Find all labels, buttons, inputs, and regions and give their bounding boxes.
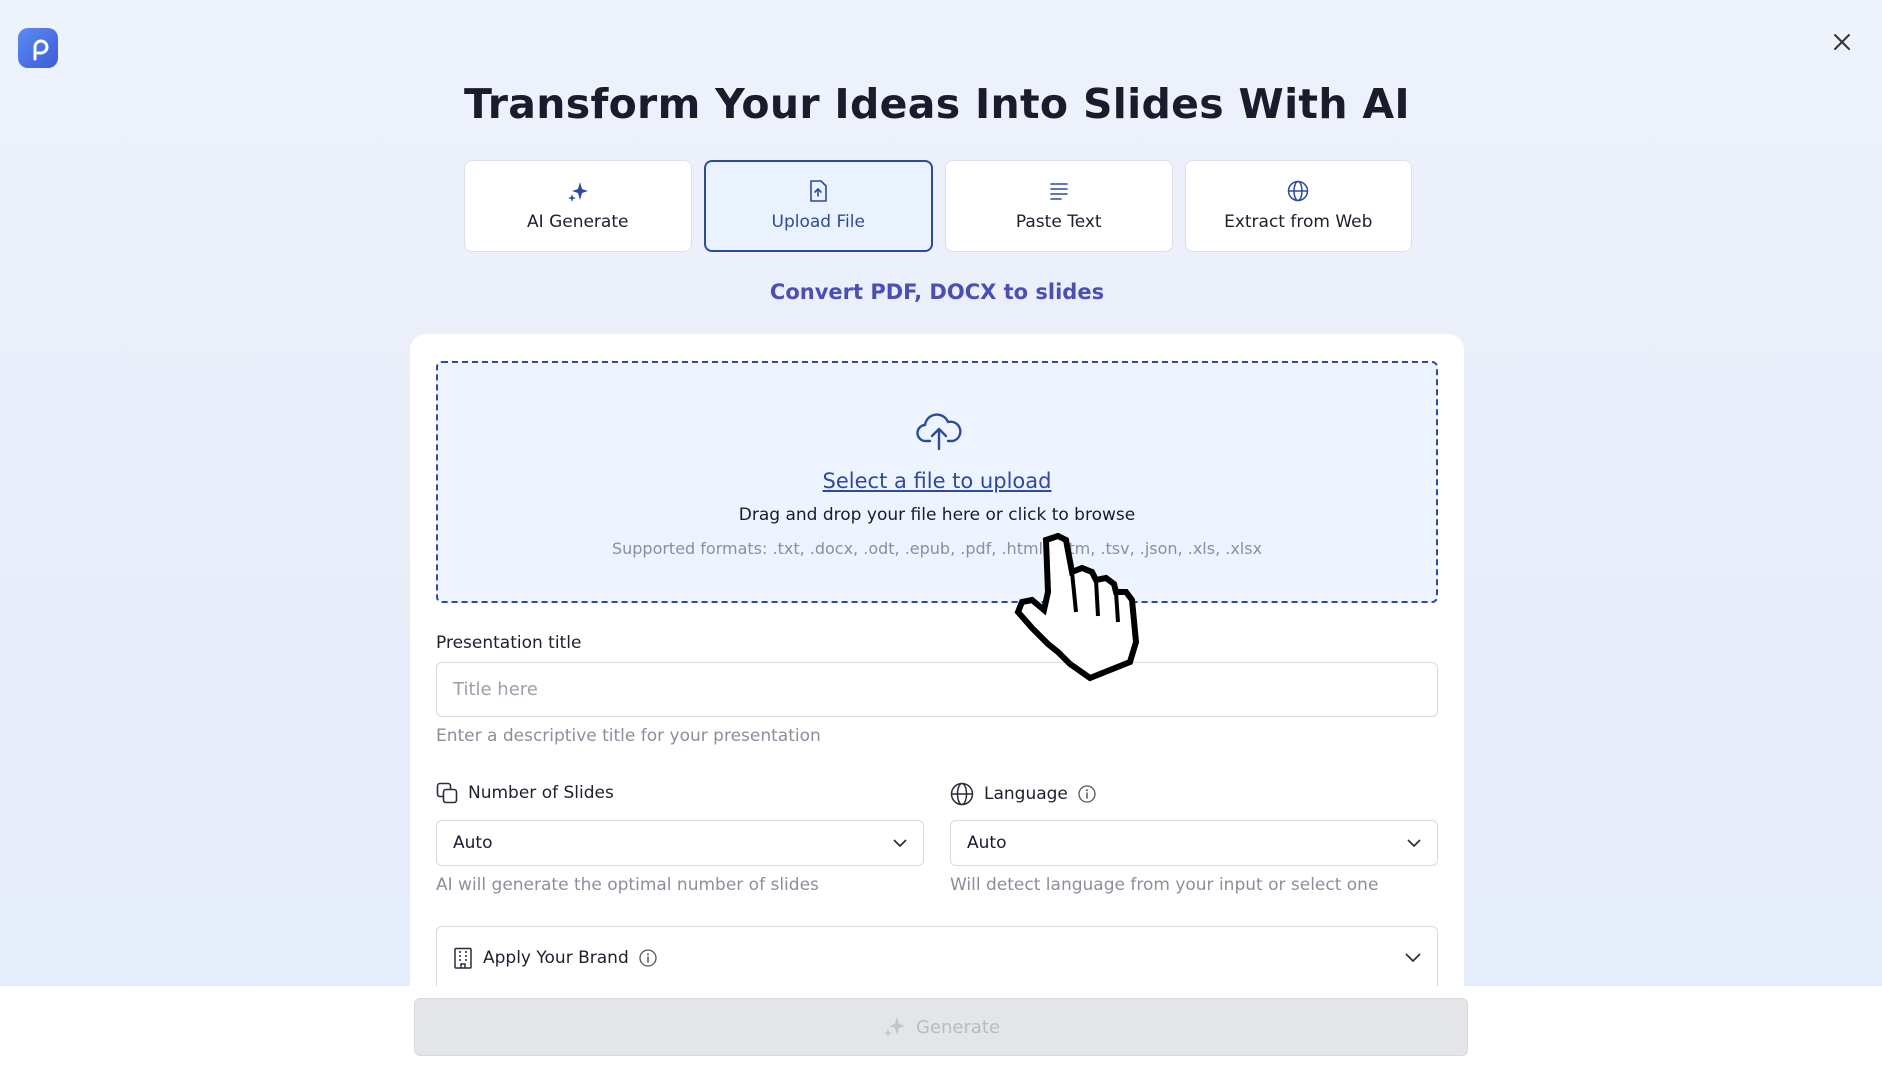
chevron-down-icon bbox=[893, 839, 907, 847]
close-button[interactable] bbox=[1826, 26, 1858, 58]
globe-icon bbox=[1287, 180, 1309, 202]
slides-hint: AI will generate the optimal number of s… bbox=[436, 875, 819, 895]
language-label-row: Language bbox=[950, 782, 1096, 806]
text-lines-icon bbox=[1048, 180, 1070, 202]
slides-select-value: Auto bbox=[453, 833, 493, 853]
globe-icon bbox=[950, 782, 974, 806]
chevron-down-icon bbox=[1407, 839, 1421, 847]
tab-subtitle: Convert PDF, DOCX to slides bbox=[769, 280, 1105, 304]
chevron-down-icon bbox=[1405, 953, 1421, 962]
sparkle-icon bbox=[567, 180, 589, 202]
select-file-link[interactable]: Select a file to upload bbox=[438, 469, 1436, 493]
building-icon bbox=[454, 947, 472, 969]
copy-slides-icon bbox=[436, 782, 458, 804]
info-icon[interactable] bbox=[639, 948, 657, 967]
supported-formats: Supported formats: .txt, .docx, .odt, .e… bbox=[611, 539, 1263, 558]
tab-upload-file[interactable]: Upload File bbox=[703, 160, 933, 252]
app-logo[interactable] bbox=[18, 28, 58, 68]
presentation-title-label: Presentation title bbox=[436, 633, 582, 653]
page-title: Transform Your Ideas Into Slides With AI bbox=[464, 80, 1410, 128]
tab-label: Upload File bbox=[771, 212, 865, 232]
dropzone-description: Drag and drop your file here or click to… bbox=[738, 505, 1136, 525]
info-icon[interactable] bbox=[1078, 785, 1096, 803]
file-dropzone[interactable]: Select a file to upload Drag and drop yo… bbox=[436, 361, 1438, 603]
tab-label: AI Generate bbox=[527, 212, 629, 232]
sparkle-icon bbox=[883, 1017, 905, 1037]
tab-ai-generate[interactable]: AI Generate bbox=[464, 160, 692, 252]
close-icon bbox=[1834, 34, 1850, 50]
tab-label: Paste Text bbox=[1015, 212, 1102, 232]
cloud-upload-icon bbox=[916, 413, 962, 451]
language-select-value: Auto bbox=[967, 833, 1007, 853]
generate-button[interactable]: Generate bbox=[414, 998, 1468, 1056]
presentation-title-hint: Enter a descriptive title for your prese… bbox=[436, 726, 821, 746]
source-tabs: AI Generate Upload File Paste Text Extra… bbox=[464, 160, 1412, 252]
presentation-logo-icon bbox=[33, 39, 49, 61]
file-upload-icon bbox=[807, 180, 829, 202]
hand-cursor-icon bbox=[1014, 532, 1140, 682]
generate-label: Generate bbox=[915, 1016, 1001, 1038]
tab-paste-text[interactable]: Paste Text bbox=[945, 160, 1173, 252]
language-hint: Will detect language from your input or … bbox=[950, 875, 1379, 895]
brand-label-row: Apply Your Brand bbox=[453, 947, 657, 969]
apply-brand-accordion[interactable]: Apply Your Brand bbox=[436, 926, 1438, 988]
brand-label: Apply Your Brand bbox=[483, 947, 629, 968]
presentation-title-input[interactable] bbox=[436, 662, 1438, 717]
slides-label-row: Number of Slides bbox=[436, 782, 614, 804]
language-label: Language bbox=[984, 784, 1068, 804]
language-select[interactable]: Auto bbox=[950, 820, 1438, 866]
tab-label: Extract from Web bbox=[1224, 212, 1373, 232]
slides-select[interactable]: Auto bbox=[436, 820, 924, 866]
slides-label: Number of Slides bbox=[468, 783, 614, 803]
tab-extract-from-web[interactable]: Extract from Web bbox=[1184, 160, 1412, 252]
